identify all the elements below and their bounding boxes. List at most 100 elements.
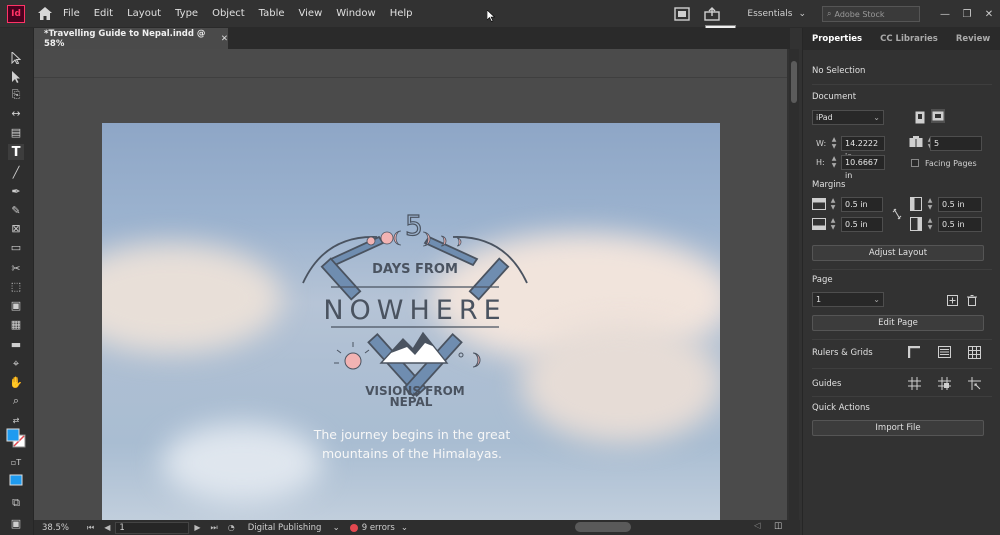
- last-page-icon[interactable]: ⏭: [211, 523, 218, 533]
- menu-view[interactable]: View: [299, 8, 323, 19]
- gradient-feather-tool-icon[interactable]: ▦: [8, 316, 24, 332]
- adjust-layout-button[interactable]: Adjust Layout: [812, 245, 984, 261]
- portrait-orientation-icon[interactable]: [913, 110, 927, 124]
- menu-object[interactable]: Object: [212, 8, 245, 19]
- apply-color-icon[interactable]: [8, 472, 24, 488]
- restore-button[interactable]: ❐: [956, 9, 978, 20]
- rectangle-frame-tool-icon[interactable]: ⊠: [8, 220, 24, 236]
- lock-guides-icon[interactable]: [937, 376, 951, 390]
- eyedropper-tool-icon[interactable]: ⌖: [8, 356, 24, 372]
- delete-page-icon[interactable]: [965, 293, 979, 307]
- chevron-down-icon[interactable]: ⌄: [401, 523, 408, 533]
- width-label: W:: [816, 139, 827, 148]
- document-canvas[interactable]: 5 DAYS FROM NOWHERE VISIONS FROM NEPAL T…: [34, 49, 787, 520]
- facing-pages-checkbox[interactable]: [911, 159, 919, 167]
- width-stepper[interactable]: ▲ ▼: [830, 136, 838, 151]
- line-tool-icon[interactable]: ╱: [8, 164, 24, 180]
- menu-type[interactable]: Type: [175, 8, 198, 19]
- gradient-swatch-tool-icon[interactable]: ▣: [8, 297, 24, 313]
- gap-tool-icon[interactable]: ↔: [8, 105, 24, 121]
- horizontal-scroll-thumb[interactable]: [575, 522, 631, 532]
- landscape-orientation-icon[interactable]: [931, 109, 945, 123]
- margin-top-stepper[interactable]: ▲ ▼: [829, 197, 837, 212]
- open-document-icon[interactable]: ◔: [228, 523, 235, 532]
- share-icon[interactable]: [703, 5, 721, 23]
- rulers-icon[interactable]: [907, 345, 921, 359]
- scroll-left-icon[interactable]: ◁: [754, 521, 761, 531]
- pages-field[interactable]: 5: [930, 136, 982, 151]
- swap-colors-icon[interactable]: ⇄: [8, 412, 24, 428]
- free-transform-tool-icon[interactable]: ⬚: [8, 278, 24, 294]
- margin-right-stepper[interactable]: ▲ ▼: [926, 217, 934, 232]
- tab-properties[interactable]: Properties: [803, 34, 871, 44]
- smart-guides-icon[interactable]: [967, 376, 981, 390]
- margin-left-stepper[interactable]: ▲ ▼: [926, 197, 934, 212]
- edit-page-button[interactable]: Edit Page: [812, 315, 984, 331]
- document-preset-dropdown[interactable]: iPad ⌄: [812, 110, 884, 125]
- scissors-tool-icon[interactable]: ✂: [8, 260, 24, 276]
- direct-selection-tool-icon[interactable]: [8, 69, 24, 85]
- document-grid-icon[interactable]: [967, 345, 981, 359]
- baseline-grid-icon[interactable]: [937, 345, 951, 359]
- pen-tool-icon[interactable]: ✒: [8, 183, 24, 199]
- page-dropdown[interactable]: 1 ⌄: [812, 292, 884, 307]
- hand-tool-icon[interactable]: ✋: [8, 374, 24, 390]
- panel-tabs: Properties CC Libraries Review: [803, 28, 1000, 50]
- content-collector-icon[interactable]: ▤: [8, 124, 24, 140]
- minimize-button[interactable]: —: [934, 9, 956, 20]
- add-page-icon[interactable]: [945, 293, 959, 307]
- fill-stroke-swatch[interactable]: [6, 428, 26, 448]
- error-count[interactable]: 9 errors: [362, 523, 395, 533]
- tab-cc-libraries[interactable]: CC Libraries: [871, 34, 947, 44]
- menu-window[interactable]: Window: [336, 8, 375, 19]
- screen-mode-icon[interactable]: ⧉: [8, 495, 24, 511]
- formatting-affects-text-icon[interactable]: ▫T: [8, 454, 24, 470]
- margin-bottom-stepper[interactable]: ▲ ▼: [829, 217, 837, 232]
- selection-tool-icon[interactable]: [8, 50, 24, 66]
- type-tool-icon[interactable]: T: [8, 144, 24, 160]
- page-tool-icon[interactable]: ⎘: [8, 87, 24, 103]
- height-label: H:: [816, 158, 825, 167]
- rectangle-tool-icon[interactable]: ▭: [8, 239, 24, 255]
- menu-file[interactable]: File: [63, 8, 80, 19]
- document-page[interactable]: 5 DAYS FROM NOWHERE VISIONS FROM NEPAL T…: [102, 123, 720, 520]
- document-tab[interactable]: *Travelling Guide to Nepal.indd @ 58% ✕: [34, 28, 228, 49]
- tab-review[interactable]: Review: [947, 34, 999, 44]
- home-icon[interactable]: [37, 6, 53, 22]
- close-window-button[interactable]: ✕: [978, 9, 1000, 20]
- publish-online-icon[interactable]: [673, 5, 691, 23]
- layout-toggle-icon[interactable]: ◫: [774, 521, 782, 531]
- width-field[interactable]: 14.2222 in: [841, 136, 885, 161]
- preflight-profile[interactable]: Digital Publishing ⌄: [248, 523, 340, 533]
- page-number-field[interactable]: 1: [115, 521, 190, 534]
- margin-right-field[interactable]: 0.5 in: [938, 217, 982, 232]
- link-margins-icon[interactable]: [890, 207, 904, 221]
- adobe-stock-search[interactable]: ⌕ Adobe Stock: [822, 6, 920, 22]
- chevron-down-icon: ⌄: [873, 295, 880, 304]
- first-page-icon[interactable]: ⏮: [87, 523, 94, 533]
- view-mode-icon[interactable]: ▣: [8, 515, 24, 531]
- previous-page-icon[interactable]: ◀: [104, 523, 110, 532]
- workspace-switcher[interactable]: Essentials ⌄: [747, 9, 806, 19]
- import-file-button[interactable]: Import File: [812, 420, 984, 436]
- zoom-tool-icon[interactable]: ⌕: [8, 393, 24, 409]
- height-field[interactable]: 10.6667 in: [841, 155, 885, 180]
- next-page-icon[interactable]: ▶: [194, 523, 200, 532]
- zoom-level[interactable]: 38.5%: [42, 523, 82, 533]
- menu-layout[interactable]: Layout: [127, 8, 161, 19]
- vertical-scroll-thumb[interactable]: [791, 61, 797, 103]
- note-tool-icon[interactable]: ▬: [8, 336, 24, 352]
- menu-help[interactable]: Help: [390, 8, 413, 19]
- menu-edit[interactable]: Edit: [94, 8, 113, 19]
- margin-left-field[interactable]: 0.5 in: [938, 197, 982, 212]
- show-guides-icon[interactable]: [907, 376, 921, 390]
- vertical-scrollbar[interactable]: [789, 49, 799, 520]
- document-tab-bar: *Travelling Guide to Nepal.indd @ 58% ✕: [34, 28, 790, 49]
- divider: [812, 269, 992, 270]
- margin-bottom-field[interactable]: 0.5 in: [841, 217, 883, 232]
- pencil-tool-icon[interactable]: ✎: [8, 202, 24, 218]
- height-stepper[interactable]: ▲ ▼: [830, 155, 838, 170]
- margin-top-field[interactable]: 0.5 in: [841, 197, 883, 212]
- menu-table[interactable]: Table: [259, 8, 285, 19]
- close-tab-icon[interactable]: ✕: [221, 34, 228, 44]
